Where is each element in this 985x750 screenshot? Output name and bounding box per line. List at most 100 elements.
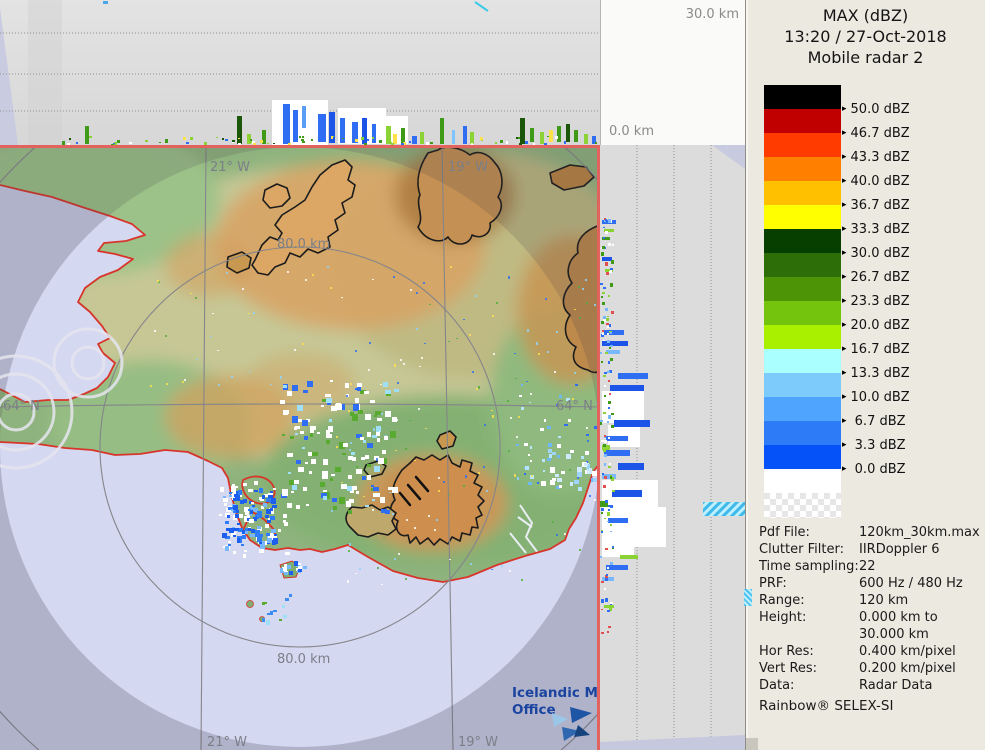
legend-entry: ▸ 33.3 dBZ — [842, 221, 910, 237]
radar-application-window: 30.0 km 0.0 km 21° W 19° W 21° W 19° W 6… — [0, 0, 985, 750]
legend-swatch — [764, 373, 841, 397]
legend-entry: ▸ 20.0 dBZ — [842, 317, 910, 333]
legend-tick-arrow-icon: ▸ — [842, 392, 847, 402]
legend-swatch — [764, 157, 841, 181]
legend-entry-label: 43.3 dBZ — [850, 149, 910, 165]
legend-swatch — [764, 229, 841, 253]
legend-entry-label: 16.7 dBZ — [850, 341, 910, 357]
legend-entry-label: 46.7 dBZ — [850, 125, 910, 141]
metadata-value: Radar Data — [859, 678, 933, 693]
legend-tick-arrow-icon: ▸ — [842, 296, 847, 306]
legend-entry: ▸ 46.7 dBZ — [842, 125, 910, 141]
legend-entry-label: 6.7 dBZ — [850, 413, 906, 429]
panel-header: MAX (dBZ) 13:20 / 27-Oct-2018 Mobile rad… — [746, 5, 985, 68]
legend-tick-arrow-icon: ▸ — [842, 344, 847, 354]
legend-entry: ▸ 30.0 dBZ — [842, 245, 910, 261]
metadata-value: IIRDoppler 6 — [859, 542, 940, 557]
legend-swatch — [764, 445, 841, 469]
cross-section-right-panel — [600, 145, 745, 750]
legend-tick-arrow-icon: ▸ — [842, 104, 847, 114]
legend-swatch — [764, 277, 841, 301]
metadata-value: 0.200 km/pixel — [859, 661, 956, 676]
legend-tick-arrow-icon: ▸ — [842, 248, 847, 258]
legend-tick-arrow-icon: ▸ — [842, 200, 847, 210]
legend-entry: ▸ 0.0 dBZ — [842, 461, 906, 477]
metadata-row: Vert Res: 0.200 km/pixel — [759, 660, 977, 677]
metadata-row: Clutter Filter: IIRDoppler 6 — [759, 541, 977, 558]
metadata-label: Clutter Filter: — [759, 542, 844, 557]
legend-swatch-below-min — [764, 469, 841, 493]
legend-entry-label: 26.7 dBZ — [850, 269, 910, 285]
meridian-19w-label-top: 19° W — [448, 160, 488, 175]
metadata-label: Hor Res: — [759, 644, 814, 659]
metadata-label — [759, 626, 859, 643]
imo-logo-text-line2: Office — [512, 702, 556, 718]
metadata-label: PRF: — [759, 576, 787, 591]
legend-entry-label: 23.3 dBZ — [850, 293, 910, 309]
metadata-label: Vert Res: — [759, 661, 818, 676]
metadata-value: 120km_30km.max — [859, 525, 980, 540]
legend-swatch — [764, 301, 841, 325]
legend-entry-label: 33.3 dBZ — [850, 221, 910, 237]
metadata-row: Pdf File: 120km_30km.max — [759, 524, 980, 541]
legend-entry: ▸ 40.0 dBZ — [842, 173, 910, 189]
radar-map-canvas: 21° W 19° W 21° W 19° W 64° N 64° N 80.0… — [0, 46, 701, 750]
radar-map: 21° W 19° W 21° W 19° W 64° N 64° N 80.0… — [0, 46, 701, 750]
panel-corner-square — [746, 738, 758, 750]
metadata-value: 120 km — [859, 593, 909, 608]
legend-entry: ▸ 6.7 dBZ — [842, 413, 906, 429]
right-profile-echoes — [600, 218, 666, 634]
legend-tick-arrow-icon: ▸ — [842, 152, 847, 162]
range-ring-label-top: 80.0 km — [277, 237, 330, 252]
radar-name: Mobile radar 2 — [807, 48, 924, 67]
legend-swatch — [764, 205, 841, 229]
metadata-value: 22 — [859, 559, 876, 574]
product-title: MAX (dBZ) — [822, 6, 909, 25]
legend-entry-label: 3.3 dBZ — [850, 437, 906, 453]
legend-tick-arrow-icon: ▸ — [842, 320, 847, 330]
metadata-row: Data: Radar Data — [759, 677, 977, 694]
hatched-echo-band — [703, 502, 745, 516]
legend-tick-arrow-icon: ▸ — [842, 368, 847, 378]
legend-swatch — [764, 85, 841, 109]
legend-tick-arrow-icon: ▸ — [842, 224, 847, 234]
legend-entry: ▸ 3.3 dBZ — [842, 437, 906, 453]
legend-entry: ▸ 26.7 dBZ — [842, 269, 910, 285]
sea-silhouette-bottom — [600, 735, 745, 750]
parallel-64n-label-left: 64° N — [3, 399, 40, 414]
legend-swatch — [764, 421, 841, 445]
legend-swatch — [764, 349, 841, 373]
legend-swatch — [764, 325, 841, 349]
legend-tick-arrow-icon: ▸ — [842, 272, 847, 282]
metadata-label: Data: — [759, 678, 795, 693]
product-datetime: 13:20 / 27-Oct-2018 — [784, 27, 947, 46]
meridian-21w-label-top: 21° W — [210, 160, 250, 175]
legend-entry-label: 30.0 dBZ — [850, 245, 910, 261]
legend-entry: ▸ 50.0 dBZ — [842, 101, 910, 117]
sea-silhouette-wedge — [712, 145, 745, 169]
legend-entry-label: 10.0 dBZ — [850, 389, 910, 405]
legend-entry-label: 0.0 dBZ — [850, 461, 906, 477]
legend-entry: ▸ 36.7 dBZ — [842, 197, 910, 213]
legend-entry-label: 40.0 dBZ — [850, 173, 910, 189]
metadata-value: 600 Hz / 480 Hz — [859, 576, 963, 591]
legend-entry-label: 13.3 dBZ — [850, 365, 910, 381]
legend-entry: ▸ 13.3 dBZ — [842, 365, 910, 381]
legend-tick-arrow-icon: ▸ — [842, 416, 847, 426]
top-profile-canvas — [0, 0, 600, 147]
metadata-label: Pdf File: — [759, 525, 810, 540]
metadata-label: Range: — [759, 593, 805, 608]
legend-swatch — [764, 397, 841, 421]
legend-swatch — [764, 253, 841, 277]
metadata-table: Pdf File: 120km_30km.max Clutter Filter: II… — [759, 524, 980, 694]
legend-tick-arrow-icon: ▸ — [842, 128, 847, 138]
legend-entry: ▸ 43.3 dBZ — [842, 149, 910, 165]
metadata-label: Height: — [759, 610, 807, 625]
metadata-row: Height: 0.000 km to — [759, 609, 977, 626]
meridian-19w-label-bottom: 19° W — [458, 735, 498, 750]
legend-swatch — [764, 181, 841, 205]
legend-tick-arrow-icon: ▸ — [842, 176, 847, 186]
legend-colorbar — [764, 85, 841, 518]
legend-entry-label: 20.0 dBZ — [850, 317, 910, 333]
axis-zero-label: 0.0 km — [609, 124, 654, 139]
